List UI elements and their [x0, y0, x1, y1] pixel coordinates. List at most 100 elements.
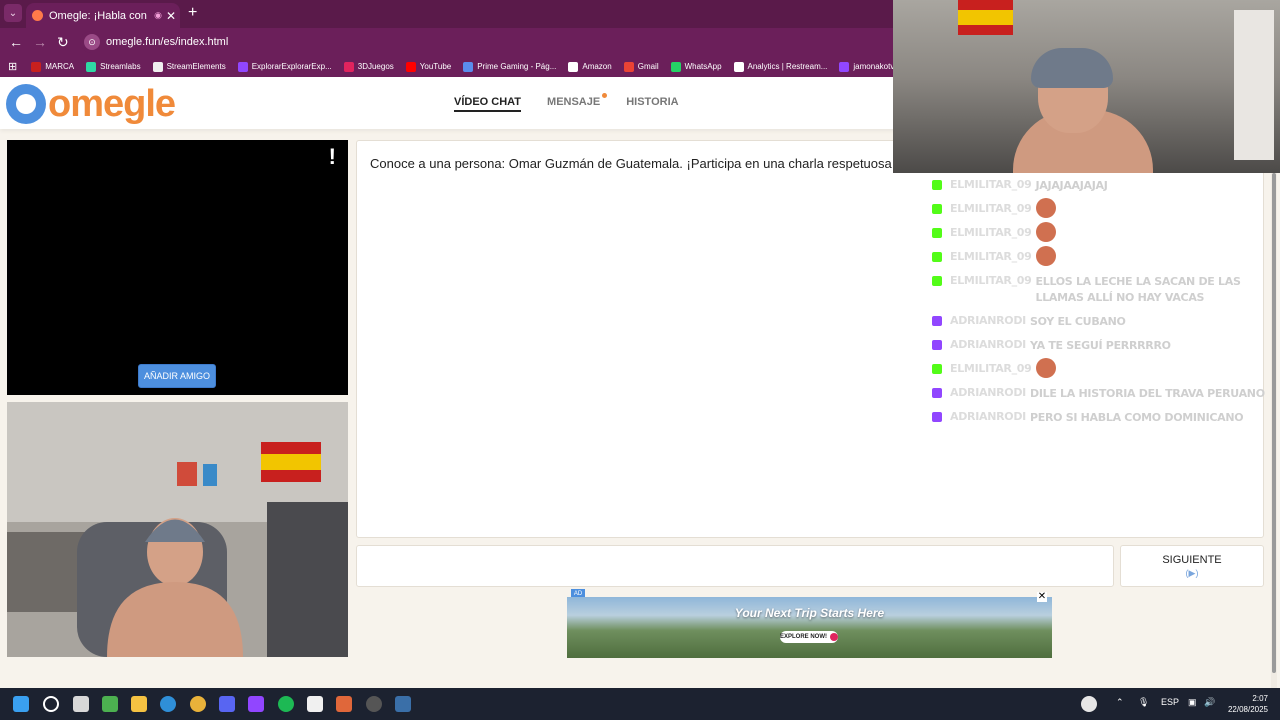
stranger-video: ! AÑADIR AMIGO	[7, 140, 348, 395]
bookmark-label: Amazon	[582, 62, 612, 71]
kick-icon	[932, 364, 942, 374]
bookmark-label: ExplorarExplorarExp...	[251, 62, 332, 71]
stream-chat-message: elmilitar_09	[926, 358, 1271, 378]
omegle-logo-mark-icon	[6, 84, 46, 124]
twitch-icon	[932, 340, 942, 350]
app-icon[interactable]	[336, 696, 352, 712]
stream-chat-message: elmilitar_09	[926, 246, 1271, 266]
bookmark-label: Prime Gaming - Pág...	[477, 62, 557, 71]
chat-username: adrianrodi	[950, 410, 1026, 423]
new-tab-button[interactable]: +	[188, 4, 197, 22]
bookmark-favicon-icon	[343, 61, 354, 72]
nav-historia[interactable]: HISTORIA	[626, 96, 678, 112]
bookmark-favicon-icon	[733, 61, 744, 72]
chat-text: JAJAJAAJAJAJ	[1035, 179, 1108, 192]
twitch-icon[interactable]	[248, 696, 264, 712]
message-input[interactable]	[356, 545, 1114, 587]
page-scrollbar[interactable]	[1271, 173, 1277, 688]
bookmark-favicon-icon	[463, 61, 474, 72]
weather-icon[interactable]	[1081, 696, 1097, 712]
bookmark-item[interactable]: Streamlabs	[86, 61, 141, 72]
self-video	[7, 402, 348, 657]
bookmark-label: Gmail	[637, 62, 659, 71]
emote-icon	[1035, 222, 1056, 242]
emote-icon	[1035, 246, 1056, 266]
bookmark-item[interactable]: WhatsApp	[670, 61, 722, 72]
stream-chat-message: adrianrodi DILE LA HISTORIA DEL TRAVA PER…	[926, 386, 1271, 402]
discord-icon[interactable]	[219, 696, 235, 712]
bookmark-item[interactable]: Analytics | Restream...	[733, 61, 828, 72]
chat-text: ELLOS LA LECHE LA SACAN DE LAS LLAMAS AL…	[1035, 275, 1241, 304]
ad-banner[interactable]: Your Next Trip Starts Here EXPLORE NOW!	[567, 597, 1052, 658]
url-field[interactable]: ⊙ omegle.fun/es/index.html	[80, 31, 900, 53]
tab-title: Omegle: ¡Habla con Descon	[49, 9, 150, 22]
bookmark-label: StreamElements	[166, 62, 226, 71]
next-button[interactable]: SIGUIENTE (▶)	[1120, 545, 1264, 587]
volume-icon[interactable]: 🔊	[1204, 697, 1215, 708]
apps-grid-icon[interactable]: ⊞	[8, 60, 17, 73]
chat-username: adrianrodi	[950, 314, 1026, 327]
search-icon[interactable]	[43, 696, 59, 712]
spain-flag	[958, 0, 1013, 35]
nav-mensaje-label: MENSAJE	[547, 96, 601, 108]
bookmark-item[interactable]: YouTube	[405, 61, 451, 72]
bookmark-item[interactable]: MARCA	[31, 61, 74, 72]
bookmark-favicon-icon	[86, 61, 97, 72]
nav-video-chat[interactable]: VÍDEO CHAT	[454, 96, 522, 112]
browser-tab[interactable]: Omegle: ¡Habla con Descon ◉ ✕	[26, 3, 180, 28]
next-button-label: SIGUIENTE	[1162, 554, 1222, 566]
capcut-icon[interactable]	[307, 696, 323, 712]
add-friend-button[interactable]: AÑADIR AMIGO	[138, 364, 216, 388]
language-indicator[interactable]: ESP	[1161, 697, 1179, 707]
chat-username: elmilitar_09	[950, 362, 1032, 375]
bookmark-label: Analytics | Restream...	[747, 62, 828, 71]
bookmark-item[interactable]: Gmail	[623, 61, 659, 72]
logo-text: omegle	[48, 83, 176, 125]
site-info-icon[interactable]: ⊙	[84, 34, 100, 50]
stream-chat-overlay: elmilitar_09 JAJAJAAJAJAJ elmilitar_09 elmi…	[926, 178, 1271, 441]
chat-text: YA TE SEGUÍ PERRRRRO	[1029, 339, 1171, 352]
bookmark-favicon-icon	[405, 61, 416, 72]
site-nav: VÍDEO CHAT MENSAJE HISTORIA	[454, 93, 679, 112]
clock-time: 2:07	[1252, 694, 1268, 703]
spotify-icon[interactable]	[278, 696, 294, 712]
ad-cta-button[interactable]: EXPLORE NOW!	[780, 631, 838, 643]
stream-chat-message: elmilitar_09	[926, 198, 1271, 218]
chrome-icon[interactable]	[190, 696, 206, 712]
microphone-icon[interactable]: 🎙	[1138, 697, 1149, 708]
chat-text: SOY EL CUBANO	[1029, 315, 1126, 328]
bookmark-item[interactable]: ExplorarExplorarExp...	[237, 61, 332, 72]
bookmark-item[interactable]: Prime Gaming - Pág...	[463, 61, 557, 72]
system-clock[interactable]: 2:07 22/08/2025	[1228, 693, 1268, 715]
kick-icon	[932, 180, 942, 190]
network-icon[interactable]: ▣	[1188, 697, 1197, 708]
tab-close-icon[interactable]: ✕	[166, 9, 176, 23]
nav-mensaje[interactable]: MENSAJE	[547, 93, 608, 112]
steam-icon[interactable]	[395, 696, 411, 712]
bookmark-item[interactable]: StreamElements	[152, 61, 226, 72]
bookmark-item[interactable]: Amazon	[568, 61, 612, 72]
obs-icon[interactable]	[366, 696, 382, 712]
ad-close-icon[interactable]: ✕	[1037, 592, 1047, 602]
start-icon[interactable]	[13, 696, 29, 712]
bookmark-favicon-icon	[152, 61, 163, 72]
reload-icon[interactable]: ↻	[57, 34, 69, 51]
kick-icon	[932, 228, 942, 238]
tab-search-button[interactable]: ⌄	[4, 4, 22, 22]
edge-icon[interactable]	[160, 696, 176, 712]
omegle-logo[interactable]: omegle	[6, 83, 176, 125]
chat-text: DILE LA HISTORIA DEL TRAVA PERUANO	[1029, 387, 1265, 400]
scrollbar-thumb[interactable]	[1272, 173, 1276, 673]
bookmark-item[interactable]: 3DJuegos	[343, 61, 394, 72]
task-view-icon[interactable]	[73, 696, 89, 712]
xbox-icon[interactable]	[102, 696, 118, 712]
back-arrow-icon[interactable]: ←	[9, 34, 23, 50]
self-video-frame	[7, 402, 348, 657]
report-button[interactable]: !	[329, 144, 336, 170]
emote-icon	[1035, 358, 1056, 378]
forward-arrow-icon[interactable]: →	[33, 34, 47, 50]
file-explorer-icon[interactable]	[131, 696, 147, 712]
chat-intro-text: Conoce a una persona: Omar Guzmán de Gua…	[370, 156, 892, 171]
tray-chevron-icon[interactable]: ⌃	[1116, 697, 1124, 708]
twitch-icon	[932, 412, 942, 422]
